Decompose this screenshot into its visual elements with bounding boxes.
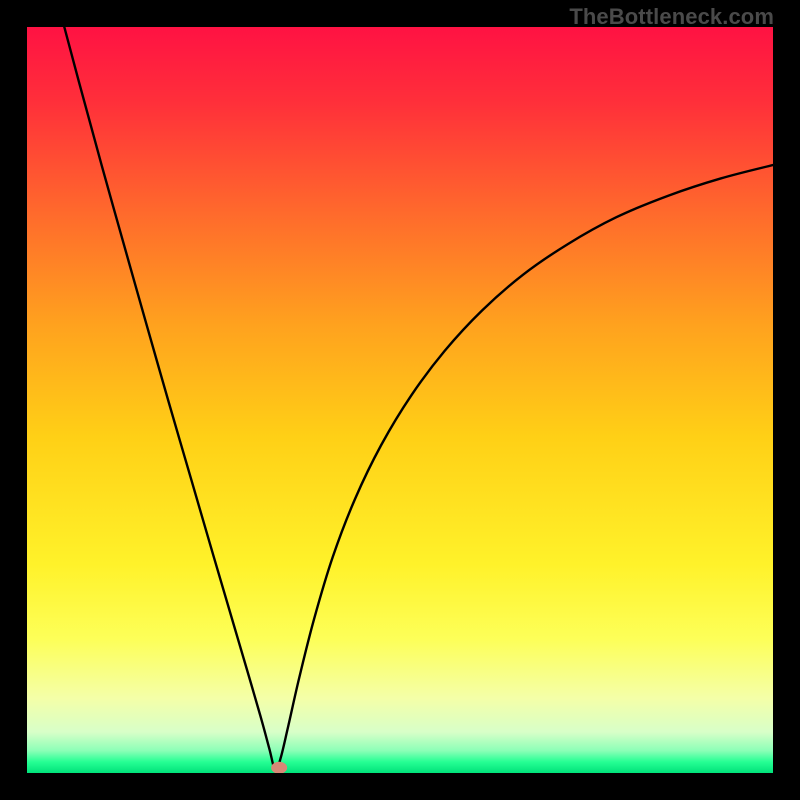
chart-svg — [27, 27, 773, 773]
gradient-background — [27, 27, 773, 773]
chart-frame: TheBottleneck.com — [0, 0, 800, 800]
chart-plot-area — [27, 27, 773, 773]
